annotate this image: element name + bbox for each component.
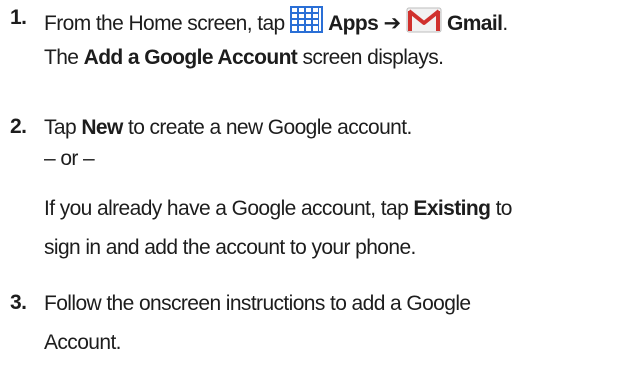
step-1-line-2: The Add a Google Account screen displays… — [44, 45, 444, 71]
step-number: 2. — [10, 115, 27, 138]
step-2-line-3: If you already have a Google account, ta… — [44, 196, 513, 222]
existing-option-label: Existing — [413, 197, 491, 220]
step-text-post: screen displays. — [302, 46, 444, 69]
new-option-label: New — [81, 116, 123, 139]
step-text: The — [44, 46, 79, 69]
step-1-line-1: From the Home screen, tap Apps ➔ Gmail. — [44, 4, 508, 43]
gmail-label: Gmail — [446, 12, 503, 36]
arrow-glyph: ➔ — [383, 12, 401, 36]
step-2-line-4: sign in and add the account to your phon… — [44, 236, 416, 259]
apps-label: Apps — [328, 12, 379, 36]
step-number: 3. — [10, 291, 27, 314]
step-2-line-1: Tap New to create a new Google account. — [44, 115, 412, 141]
step-text-post: . — [502, 12, 508, 36]
step-text-post: to create a new Google account. — [127, 116, 412, 139]
step-2-or: – or – — [44, 147, 95, 170]
step-text: If you already have a Google account, ta… — [44, 197, 409, 220]
step-3-line-1: Follow the onscreen instructions to add … — [44, 292, 471, 315]
step-3-line-2: Account. — [44, 331, 122, 354]
step-text-post: to — [495, 197, 513, 220]
instruction-document: 1. From the Home screen, tap Apps ➔ Gmai… — [0, 0, 641, 366]
screen-name: Add a Google Account — [83, 46, 298, 69]
step-text: Tap — [44, 116, 77, 139]
step-text: From the Home screen, tap — [44, 12, 285, 36]
step-number: 1. — [10, 6, 27, 29]
apps-grid-icon — [289, 5, 323, 40]
gmail-envelope-icon — [406, 4, 442, 41]
